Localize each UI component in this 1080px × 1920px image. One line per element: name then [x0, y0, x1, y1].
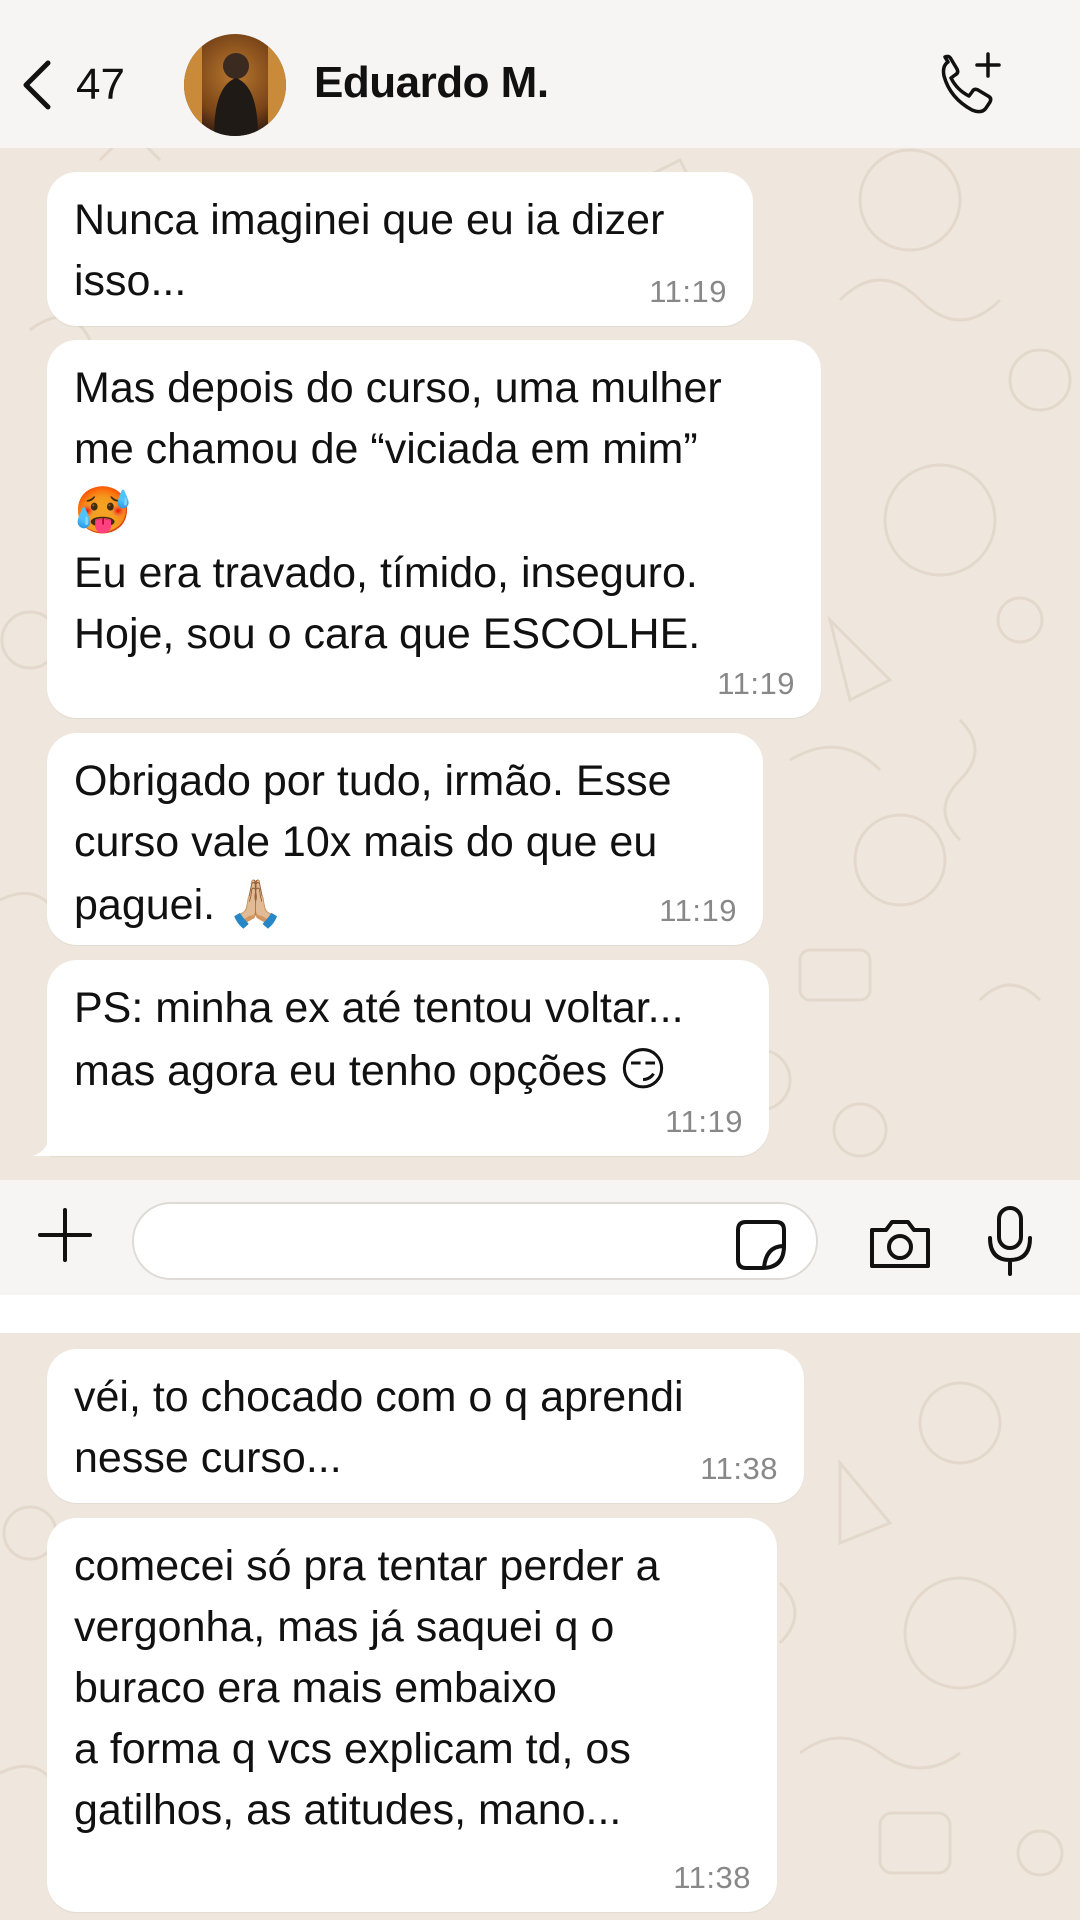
- message-text: PS: minha ex até tentou voltar... mas ag…: [74, 978, 743, 1102]
- message-text: Nunca imaginei que eu ia dizer isso...: [74, 196, 665, 305]
- chat-screen-bottom: véi, to chocado com o q aprendi nesse cu…: [0, 1333, 1080, 1920]
- plus-icon[interactable]: [32, 1202, 98, 1268]
- hot-face-emoji: 🥵: [74, 484, 132, 536]
- chat-header: 47 Eduardo M.: [0, 0, 1080, 148]
- camera-icon[interactable]: [866, 1214, 934, 1272]
- back-button[interactable]: 47: [18, 50, 148, 120]
- message-text: Mas depois do curso, uma mulher me chamo…: [74, 358, 795, 665]
- sticker-icon[interactable]: [732, 1216, 790, 1274]
- message-time: 11:38: [673, 1860, 751, 1895]
- bubble-tail: [33, 1126, 63, 1156]
- message-input[interactable]: [132, 1202, 818, 1280]
- message-text: comecei só pra tentar perder a vergonha,…: [74, 1542, 660, 1834]
- chevron-left-icon: [23, 60, 51, 110]
- praying-hands-emoji: 🙏🏼: [227, 877, 285, 929]
- message-bubble[interactable]: Nunca imaginei que eu ia dizer isso... 1…: [47, 172, 753, 326]
- screenshot-separator: [0, 1295, 1080, 1333]
- message-text-part: PS: minha ex até tentou voltar... mas ag…: [74, 984, 684, 1095]
- message-text: Obrigado por tudo, irmão. Esse curso val…: [74, 751, 737, 936]
- message-bubble[interactable]: comecei só pra tentar perder a vergonha,…: [47, 1518, 777, 1912]
- add-call-icon[interactable]: [934, 48, 1006, 120]
- message-text-part: Mas depois do curso, uma mulher me chamo…: [74, 364, 722, 473]
- unread-count: 47: [76, 60, 125, 109]
- message-time: 11:38: [700, 1451, 778, 1486]
- avatar[interactable]: [184, 34, 286, 136]
- composer-bar: [0, 1180, 1080, 1295]
- message-bubble[interactable]: Obrigado por tudo, irmão. Esse curso val…: [47, 733, 763, 945]
- microphone-icon[interactable]: [984, 1204, 1036, 1278]
- message-text: véi, to chocado com o q aprendi nesse cu…: [74, 1373, 684, 1482]
- message-bubble[interactable]: PS: minha ex até tentou voltar... mas ag…: [33, 960, 769, 1156]
- message-time: 11:19: [659, 893, 737, 928]
- message-time: 11:19: [665, 1104, 743, 1139]
- avatar-photo: [184, 34, 286, 136]
- message-bubble[interactable]: Mas depois do curso, uma mulher me chamo…: [47, 340, 821, 718]
- message-text-part: Eu era travado, tímido, inseguro. Hoje, …: [74, 549, 701, 658]
- chat-screen-top: 47 Eduardo M. Nunca imaginei que eu ia d…: [0, 0, 1080, 1295]
- contact-name[interactable]: Eduardo M.: [314, 58, 549, 108]
- message-bubble[interactable]: véi, to chocado com o q aprendi nesse cu…: [47, 1349, 804, 1503]
- message-time: 11:19: [649, 274, 727, 309]
- smirk-emoji: 😏: [619, 1043, 668, 1095]
- message-text-part: Obrigado por tudo, irmão. Esse curso val…: [74, 757, 672, 929]
- message-time: 11:19: [717, 666, 795, 701]
